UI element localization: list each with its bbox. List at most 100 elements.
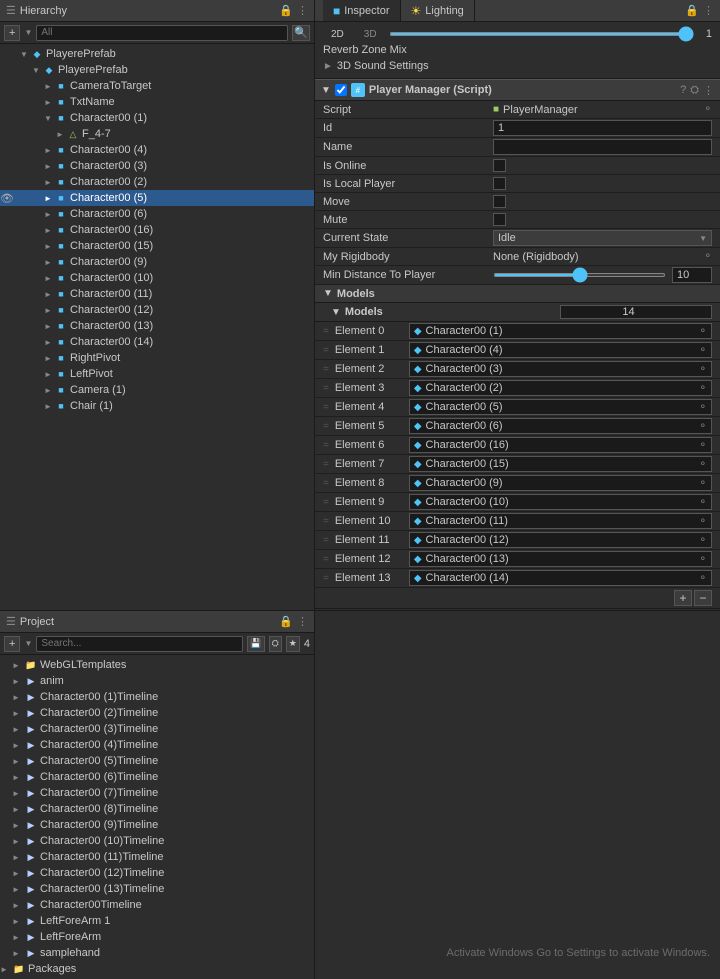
project-expand-arrow[interactable]: ►: [12, 949, 24, 958]
rigidbody-select-icon[interactable]: ⚬: [704, 251, 712, 262]
component-more-icon[interactable]: ⋮: [703, 84, 714, 97]
tab-lighting[interactable]: ☀ Lighting: [401, 0, 475, 21]
element-drag-handle[interactable]: =: [323, 554, 329, 565]
hierarchy-more-icon[interactable]: ⋮: [297, 4, 308, 17]
element-ref-select[interactable]: ⚬: [699, 383, 707, 394]
tree-expand-arrow[interactable]: ▼: [30, 64, 42, 76]
hierarchy-item-camera-1[interactable]: ►■Camera (1): [0, 382, 314, 398]
tree-expand-arrow[interactable]: ►: [42, 272, 54, 284]
project-search-input[interactable]: [36, 636, 243, 652]
tree-expand-arrow[interactable]: ►: [54, 128, 66, 140]
project-lock-icon[interactable]: 🔒: [279, 615, 293, 628]
is-online-checkbox[interactable]: [493, 159, 506, 172]
models-sub-arrow[interactable]: ▼: [331, 307, 341, 318]
project-item-character00-5-timeline[interactable]: ► ▶ Character00 (5)Timeline: [0, 753, 314, 769]
hierarchy-item-character00-3[interactable]: ►■Character00 (3): [0, 158, 314, 174]
min-distance-input[interactable]: [672, 267, 712, 283]
project-item-webgltemplates[interactable]: ► 📁 WebGLTemplates: [0, 657, 314, 673]
hierarchy-item-playereprefab-root[interactable]: ▼◆PlayerePrefab: [0, 46, 314, 62]
hierarchy-item-character00-5[interactable]: 👁►■Character00 (5): [0, 190, 314, 206]
project-expand-arrow[interactable]: ►: [12, 933, 24, 942]
inspector-lock-icon[interactable]: 🔒: [685, 4, 699, 17]
visibility-icon[interactable]: 👁: [0, 192, 16, 205]
hierarchy-item-character00-16[interactable]: ►■Character00 (16): [0, 222, 314, 238]
project-item-character00-9-timeline[interactable]: ► ▶ Character00 (9)Timeline: [0, 817, 314, 833]
hierarchy-item-character00-2[interactable]: ►■Character00 (2): [0, 174, 314, 190]
hierarchy-item-character00-4[interactable]: ►■Character00 (4): [0, 142, 314, 158]
element-drag-handle[interactable]: =: [323, 345, 329, 356]
hierarchy-item-character00-12[interactable]: ►■Character00 (12): [0, 302, 314, 318]
component-help-icon[interactable]: ?: [680, 84, 686, 97]
hierarchy-item-character00-13[interactable]: ►■Character00 (13): [0, 318, 314, 334]
project-expand-arrow[interactable]: ►: [12, 677, 24, 686]
current-state-dropdown[interactable]: Idle ▼: [493, 230, 712, 246]
element-drag-handle[interactable]: =: [323, 421, 329, 432]
tree-expand-arrow[interactable]: ►: [42, 336, 54, 348]
project-item-character00-6-timeline[interactable]: ► ▶ Character00 (6)Timeline: [0, 769, 314, 785]
hierarchy-item-cameratotarget[interactable]: ►■CameraToTarget: [0, 78, 314, 94]
element-drag-handle[interactable]: =: [323, 516, 329, 527]
project-item-character00-4-timeline[interactable]: ► ▶ Character00 (4)Timeline: [0, 737, 314, 753]
min-distance-slider[interactable]: [493, 273, 666, 277]
element-drag-handle[interactable]: =: [323, 440, 329, 451]
project-expand-arrow[interactable]: ►: [12, 869, 24, 878]
component-settings-icon[interactable]: ⛭: [690, 84, 699, 97]
hierarchy-item-character00-14[interactable]: ►■Character00 (14): [0, 334, 314, 350]
tree-expand-arrow[interactable]: ►: [42, 160, 54, 172]
models-remove-button[interactable]: −: [694, 590, 712, 606]
project-expand-arrow[interactable]: ►: [12, 901, 24, 910]
tree-expand-arrow[interactable]: ►: [42, 80, 54, 92]
tree-expand-arrow[interactable]: ►: [42, 144, 54, 156]
project-item-character00-11-timeline[interactable]: ► ▶ Character00 (11)Timeline: [0, 849, 314, 865]
project-item-character00-13-timeline[interactable]: ► ▶ Character00 (13)Timeline: [0, 881, 314, 897]
models-add-button[interactable]: +: [674, 590, 692, 606]
project-item-leftforearm[interactable]: ► ▶ LeftForeArm: [0, 929, 314, 945]
project-item-character00-timeline[interactable]: ► ▶ Character00Timeline: [0, 897, 314, 913]
hierarchy-item-chair-1[interactable]: ►■Chair (1): [0, 398, 314, 414]
project-expand-arrow[interactable]: ►: [12, 757, 24, 766]
hierarchy-item-txtname[interactable]: ►■TxtName: [0, 94, 314, 110]
element-ref-select[interactable]: ⚬: [699, 421, 707, 432]
element-ref-select[interactable]: ⚬: [699, 402, 707, 413]
tree-expand-arrow[interactable]: ▼: [18, 48, 30, 60]
project-item-character00-10-timeline[interactable]: ► ▶ Character00 (10)Timeline: [0, 833, 314, 849]
element-ref-select[interactable]: ⚬: [699, 497, 707, 508]
project-item-character00-1-timeline[interactable]: ► ▶ Character00 (1)Timeline: [0, 689, 314, 705]
hierarchy-item-rightpivot[interactable]: ►■RightPivot: [0, 350, 314, 366]
is-local-player-checkbox[interactable]: [493, 177, 506, 190]
element-drag-handle[interactable]: =: [323, 364, 329, 375]
project-expand-arrow[interactable]: ►: [12, 805, 24, 814]
project-item-character00-12-timeline[interactable]: ► ▶ Character00 (12)Timeline: [0, 865, 314, 881]
element-ref-select[interactable]: ⚬: [699, 459, 707, 470]
tree-expand-arrow[interactable]: ►: [42, 320, 54, 332]
tree-expand-arrow[interactable]: ►: [42, 96, 54, 108]
project-expand-arrow[interactable]: ►: [12, 789, 24, 798]
project-item-samplehand[interactable]: ► ▶ samplehand: [0, 945, 314, 961]
tree-expand-arrow[interactable]: ►: [42, 256, 54, 268]
project-expand-arrow[interactable]: ►: [12, 821, 24, 830]
element-ref-select[interactable]: ⚬: [699, 440, 707, 451]
project-options-button[interactable]: ⛭: [269, 636, 282, 652]
models-arrow[interactable]: ▼: [323, 288, 333, 299]
project-item-character00-3-timeline[interactable]: ► ▶ Character00 (3)Timeline: [0, 721, 314, 737]
element-drag-handle[interactable]: =: [323, 535, 329, 546]
project-more-icon[interactable]: ⋮: [297, 615, 308, 628]
element-drag-handle[interactable]: =: [323, 478, 329, 489]
hierarchy-item-f_4-7[interactable]: ►△F_4-7: [0, 126, 314, 142]
hierarchy-add-button[interactable]: +: [4, 25, 20, 41]
tree-expand-arrow[interactable]: ►: [42, 368, 54, 380]
hierarchy-item-character00-6[interactable]: ►■Character00 (6): [0, 206, 314, 222]
tree-expand-arrow[interactable]: ►: [42, 400, 54, 412]
project-item-character00-8-timeline[interactable]: ► ▶ Character00 (8)Timeline: [0, 801, 314, 817]
element-ref-select[interactable]: ⚬: [699, 326, 707, 337]
element-ref-select[interactable]: ⚬: [699, 554, 707, 565]
project-expand-arrow[interactable]: ►: [12, 741, 24, 750]
models-count[interactable]: [560, 305, 712, 319]
project-save-button[interactable]: 💾: [247, 636, 264, 652]
project-item-leftforearm-1[interactable]: ► ▶ LeftForeArm 1: [0, 913, 314, 929]
element-drag-handle[interactable]: =: [323, 573, 329, 584]
id-input[interactable]: [493, 120, 712, 136]
tree-expand-arrow[interactable]: ►: [42, 176, 54, 188]
tree-expand-arrow[interactable]: ►: [42, 192, 54, 204]
hierarchy-search-input[interactable]: [36, 25, 288, 41]
